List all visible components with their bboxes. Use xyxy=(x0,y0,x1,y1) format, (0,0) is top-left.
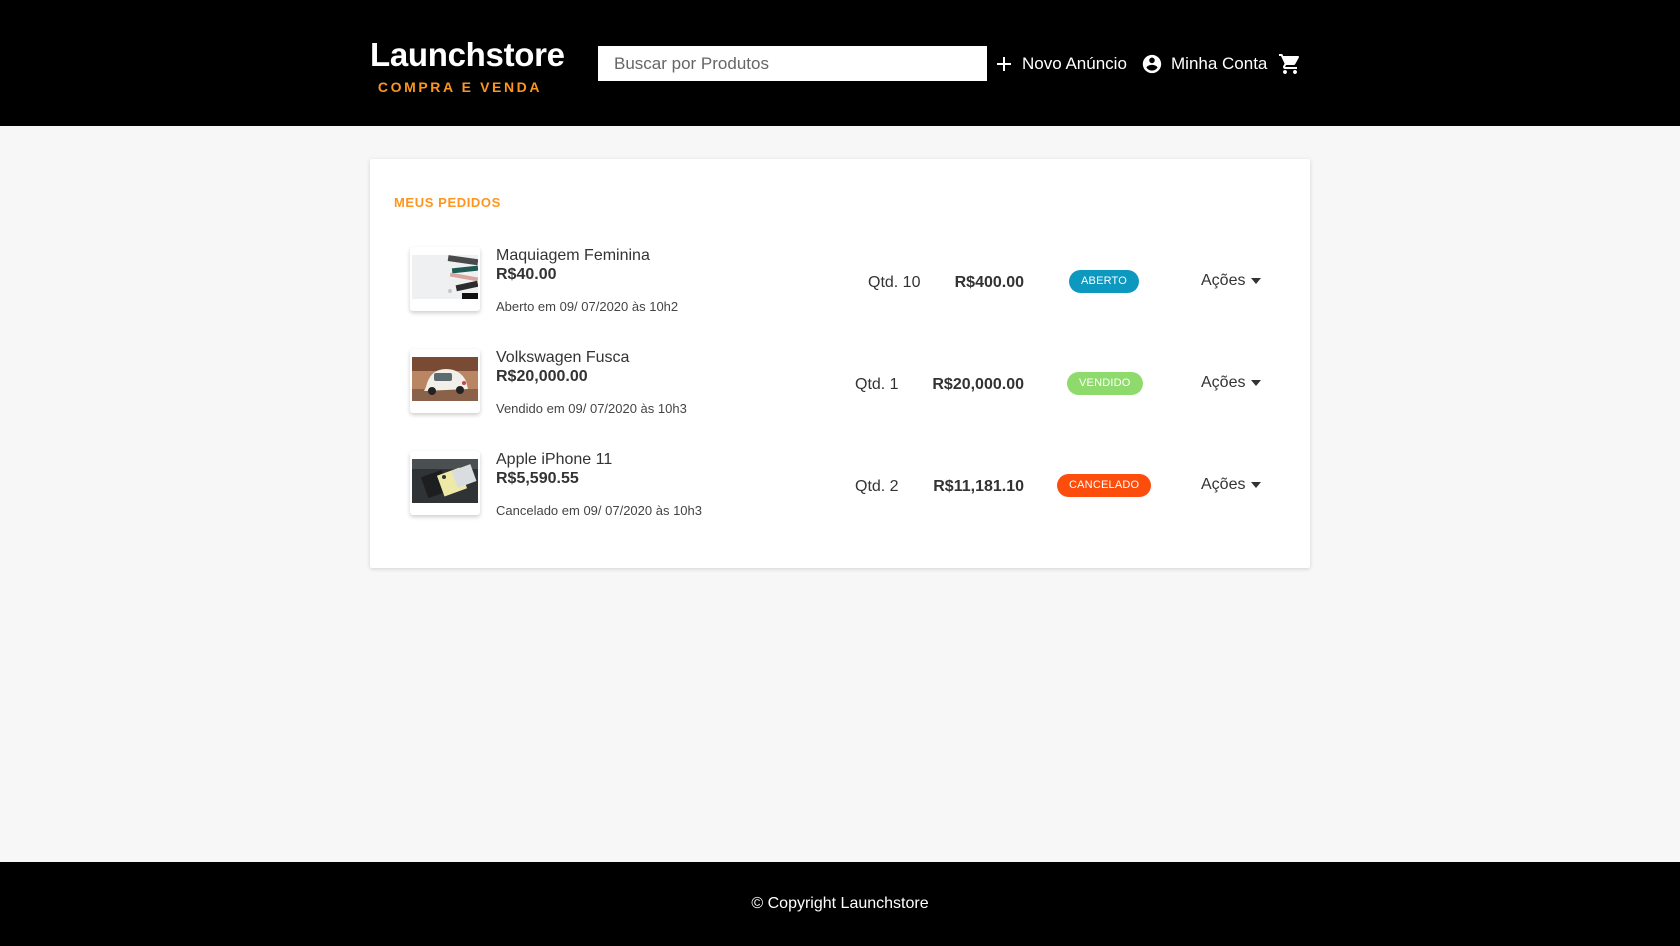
actions-label: Ações xyxy=(1201,374,1246,391)
copyright-text: © Copyright Launchstore xyxy=(751,895,929,912)
account-circle-icon xyxy=(1141,53,1163,75)
section-title: MEUS PEDIDOS xyxy=(394,195,501,210)
caret-down-icon xyxy=(1251,380,1262,386)
new-ad-link[interactable]: Novo Anúncio xyxy=(996,50,1127,77)
order-quantity: Qtd. 10 xyxy=(868,274,921,291)
caret-down-icon xyxy=(1251,482,1262,488)
order-quantity: Qtd. 2 xyxy=(855,478,899,495)
status-badge: ABERTO xyxy=(1069,270,1140,293)
product-thumbnail[interactable] xyxy=(410,451,480,515)
phone-image xyxy=(412,459,478,503)
product-thumbnail[interactable] xyxy=(410,247,480,311)
product-unit-price: R$40.00 xyxy=(496,266,557,283)
actions-label: Ações xyxy=(1201,272,1246,289)
order-total: R$11,181.10 xyxy=(933,478,1024,495)
order-row: Maquiagem Feminina R$40.00 Aberto em 09/… xyxy=(370,247,1310,337)
account-link[interactable]: Minha Conta xyxy=(1141,50,1267,77)
product-thumbnail[interactable] xyxy=(410,349,480,413)
shopping-cart-icon xyxy=(1278,52,1302,76)
order-date: Aberto em 09/ 07/2020 às 10h2 xyxy=(496,299,679,314)
product-name[interactable]: Volkswagen Fusca xyxy=(496,349,629,367)
order-row: Apple iPhone 11 R$5,590.55 Cancelado em … xyxy=(370,451,1310,541)
search-input[interactable] xyxy=(598,46,987,81)
order-date: Vendido em 09/ 07/2020 às 10h3 xyxy=(496,401,687,416)
actions-dropdown[interactable]: Ações xyxy=(1201,476,1262,494)
status-badge: VENDIDO xyxy=(1067,372,1143,395)
order-row: Volkswagen Fusca R$20,000.00 Vendido em … xyxy=(370,349,1310,439)
status-badge: CANCELADO xyxy=(1057,474,1152,497)
top-header: Launchstore COMPRA E VENDA Novo Anúncio … xyxy=(0,0,1680,126)
logo-subtitle: COMPRA E VENDA xyxy=(377,79,543,95)
product-unit-price: R$5,590.55 xyxy=(496,470,579,487)
page-footer: © Copyright Launchstore xyxy=(0,862,1680,946)
logo-title: Launchstore xyxy=(370,36,565,73)
new-ad-label: Novo Anúncio xyxy=(1022,53,1127,73)
makeup-image xyxy=(412,255,478,299)
car-image xyxy=(412,357,478,401)
order-total: R$20,000.00 xyxy=(932,376,1024,393)
product-name[interactable]: Maquiagem Feminina xyxy=(496,247,650,265)
account-label: Minha Conta xyxy=(1171,53,1268,73)
order-quantity: Qtd. 1 xyxy=(855,376,899,393)
actions-label: Ações xyxy=(1201,476,1246,493)
cart-button[interactable] xyxy=(1278,50,1302,77)
logo[interactable]: Launchstore COMPRA E VENDA xyxy=(370,36,565,95)
plus-icon xyxy=(996,56,1012,72)
caret-down-icon xyxy=(1251,278,1262,284)
product-name[interactable]: Apple iPhone 11 xyxy=(496,451,612,469)
actions-dropdown[interactable]: Ações xyxy=(1201,272,1262,290)
actions-dropdown[interactable]: Ações xyxy=(1201,374,1262,392)
orders-card: MEUS PEDIDOS Maquiagem Feminina R$40.00 … xyxy=(370,159,1310,568)
order-total: R$400.00 xyxy=(954,274,1024,291)
order-date: Cancelado em 09/ 07/2020 às 10h3 xyxy=(496,503,702,518)
product-unit-price: R$20,000.00 xyxy=(496,368,588,385)
